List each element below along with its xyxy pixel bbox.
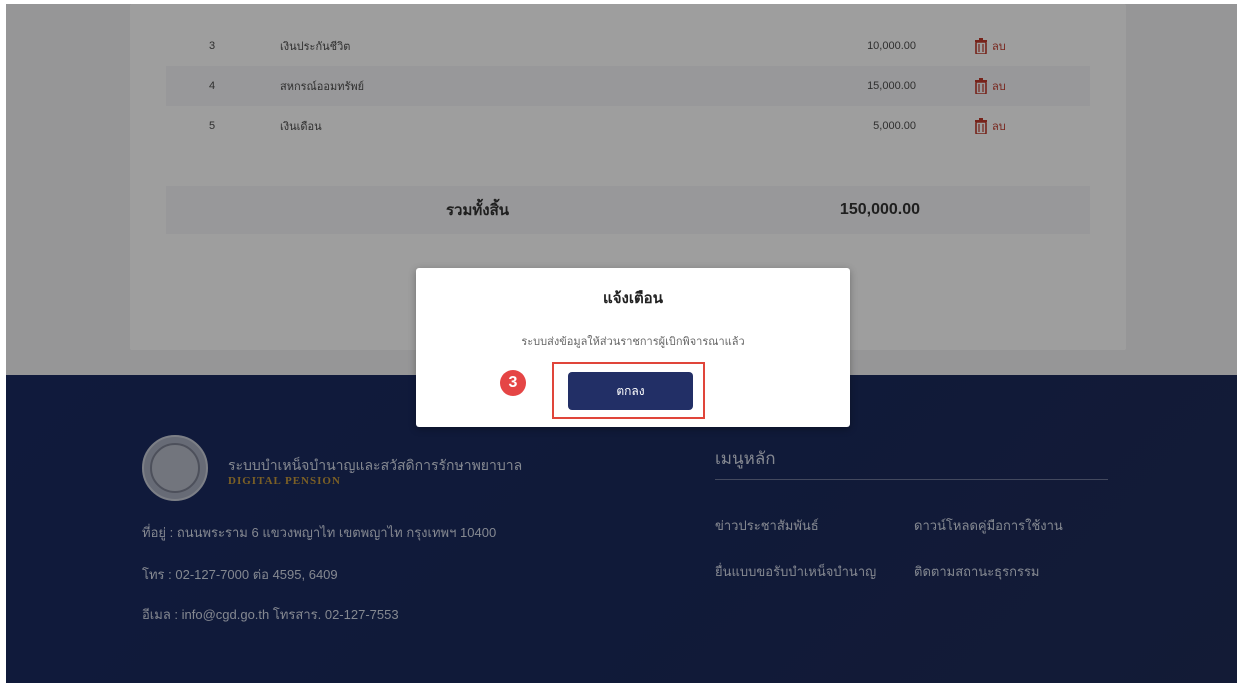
dialog-message: ระบบส่งข้อมูลให้ส่วนราชการผู้เบิกพิจารณา… bbox=[521, 336, 745, 348]
alert-dialog: แจ้งเตือน ระบบส่งข้อมูลให้ส่วนราชการผู้เ… bbox=[416, 268, 850, 427]
ok-button[interactable]: ตกลง bbox=[568, 372, 693, 410]
step-number-badge: 3 bbox=[500, 370, 526, 396]
page-frame: 3 เงินประกันชีวิต 10,000.00 ลบ 4 สหกรณ์อ… bbox=[6, 4, 1237, 683]
dialog-title: แจ้งเตือน bbox=[603, 290, 663, 307]
